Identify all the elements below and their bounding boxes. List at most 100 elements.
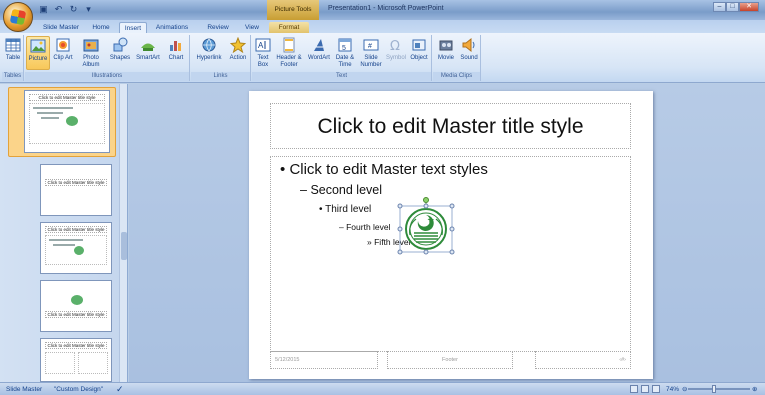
text-box-button[interactable]: A Text Box xyxy=(254,36,272,70)
tab-format[interactable]: Format xyxy=(269,22,309,33)
thumb-line xyxy=(37,112,63,114)
tab-insert[interactable]: Insert xyxy=(119,22,147,33)
group-media-clips-label: Media Clips xyxy=(433,72,480,81)
picture-button[interactable]: Picture xyxy=(26,36,50,70)
zoom-in-icon[interactable]: ⊕ xyxy=(752,384,757,395)
hyperlink-button[interactable]: Hyperlink xyxy=(193,36,225,70)
emblem-picture[interactable] xyxy=(396,197,456,255)
group-links: Hyperlink Action Links xyxy=(191,35,251,81)
tab-slide-master[interactable]: Slide Master xyxy=(40,22,82,33)
tab-review[interactable]: Review xyxy=(203,22,233,33)
level-3-label: Third level xyxy=(325,204,372,215)
hyperlink-label: Hyperlink xyxy=(196,55,222,61)
text-level-1: • Click to edit Master text styles xyxy=(280,161,488,178)
quick-access-toolbar: ▣ ↶ ↻ ▾ xyxy=(38,4,94,15)
tab-home[interactable]: Home xyxy=(88,22,114,33)
chart-icon xyxy=(170,41,181,51)
header-footer-button[interactable]: Header & Footer xyxy=(274,36,304,70)
thumb-column-left xyxy=(45,352,75,374)
layout-thumbnail-3[interactable]: Click to edit Master title style xyxy=(40,280,112,332)
bullet-3: • xyxy=(319,204,323,215)
picture-label: Picture xyxy=(28,56,48,62)
slide-number-label: Slide Number xyxy=(360,55,382,68)
slide-sorter-view-icon[interactable] xyxy=(641,385,649,393)
header-footer-icon xyxy=(283,37,295,53)
slide-number-icon: # xyxy=(363,39,379,51)
svg-text:A: A xyxy=(258,41,264,50)
slide-show-view-icon[interactable] xyxy=(652,385,660,393)
date-time-icon: 5 xyxy=(338,38,352,52)
clip-art-icon xyxy=(56,38,70,52)
action-button[interactable]: Action xyxy=(227,36,249,70)
tab-view[interactable]: View xyxy=(241,22,263,33)
redo-icon[interactable]: ↻ xyxy=(68,4,79,15)
title-bar: ▣ ↶ ↻ ▾ Picture Tools Presentation1 - Mi… xyxy=(0,0,765,20)
spell-check-icon[interactable]: ✓ xyxy=(116,384,124,395)
object-button[interactable]: Object xyxy=(408,36,430,70)
group-tables-label: Tables xyxy=(2,72,23,81)
slide-number-placeholder[interactable]: ‹#› xyxy=(535,351,631,369)
chart-button[interactable]: Chart xyxy=(166,36,186,70)
shapes-button[interactable]: Shapes xyxy=(109,36,131,70)
title-placeholder[interactable]: Click to edit Master title style xyxy=(270,103,631,149)
layout-thumbnail-2[interactable]: Click to edit Master title style xyxy=(40,222,112,274)
thumb-emblem-icon xyxy=(74,246,84,255)
action-icon xyxy=(230,37,246,53)
date-time-button[interactable]: 5 Date & Time xyxy=(334,36,356,70)
undo-icon[interactable]: ↶ xyxy=(53,4,64,15)
normal-view-icon[interactable] xyxy=(630,385,638,393)
header-footer-label: Header & Footer xyxy=(276,55,302,68)
group-links-label: Links xyxy=(191,72,250,81)
minimize-button[interactable]: – xyxy=(713,2,726,12)
object-label: Object xyxy=(410,55,428,61)
text-box-icon: A xyxy=(255,38,271,52)
maximize-button[interactable]: □ xyxy=(726,2,739,12)
zoom-slider-knob[interactable] xyxy=(712,385,716,393)
window-controls: – □ ✕ xyxy=(713,2,759,12)
picture-icon xyxy=(30,39,46,53)
clip-art-button[interactable]: Clip Art xyxy=(53,36,73,70)
table-button[interactable]: Table xyxy=(3,36,23,70)
ribbon-tabs: Slide Master Home Insert Animations Revi… xyxy=(0,20,765,33)
photo-album-button[interactable]: Photo Album xyxy=(77,36,105,70)
level-4-label: Fourth level xyxy=(346,222,391,232)
office-button[interactable] xyxy=(3,2,33,32)
slide-number-button[interactable]: # Slide Number xyxy=(358,36,384,70)
wordart-button[interactable]: WordArt xyxy=(306,36,332,70)
date-placeholder[interactable]: 5/12/2015 xyxy=(270,351,378,369)
ribbon: Table Tables Picture Clip Art Photo Albu… xyxy=(0,33,765,83)
zoom-level[interactable]: 74% xyxy=(666,384,679,395)
movie-button[interactable]: Movie xyxy=(435,36,457,70)
group-illustrations: Picture Clip Art Photo Album Shapes Smar… xyxy=(25,35,190,81)
symbol-icon: Ω xyxy=(390,39,400,53)
symbol-button[interactable]: Ω Symbol xyxy=(386,36,406,70)
scrollbar-thumb[interactable] xyxy=(121,232,127,260)
zoom-out-icon[interactable]: ⊖ xyxy=(682,384,687,395)
close-button[interactable]: ✕ xyxy=(739,2,759,12)
group-tables: Table Tables xyxy=(2,35,24,81)
thumb-line xyxy=(33,107,73,109)
thumb-column-right xyxy=(78,352,108,374)
slide-canvas[interactable]: Click to edit Master title style • Click… xyxy=(249,91,653,379)
smartart-button[interactable]: SmartArt xyxy=(133,36,163,70)
slides-pane-scrollbar[interactable] xyxy=(119,84,127,382)
layout-thumbnail-1[interactable]: Click to edit Master title style xyxy=(40,164,112,216)
thumb-title: Click to edit Master title style xyxy=(29,94,105,101)
sound-button[interactable]: Sound xyxy=(458,36,480,70)
layout-thumbnail-4[interactable]: Click to edit Master title style xyxy=(40,338,112,382)
group-text: A Text Box Header & Footer WordArt 5 Dat… xyxy=(252,35,432,81)
save-icon[interactable]: ▣ xyxy=(38,4,49,15)
smartart-label: SmartArt xyxy=(136,55,160,61)
tab-animations[interactable]: Animations xyxy=(152,22,192,33)
qat-dropdown-icon[interactable]: ▾ xyxy=(83,4,94,15)
table-icon xyxy=(5,38,21,52)
clip-art-label: Clip Art xyxy=(53,55,73,61)
text-box-label: Text Box xyxy=(257,55,269,68)
footer-placeholder[interactable]: Footer xyxy=(387,351,513,369)
table-label: Table xyxy=(5,55,21,61)
master-thumbnail[interactable]: Click to edit Master title style xyxy=(24,90,110,153)
bullet-1: • xyxy=(280,161,286,178)
group-illustrations-label: Illustrations xyxy=(25,72,189,81)
object-icon xyxy=(412,39,426,51)
zoom-slider[interactable] xyxy=(688,388,750,390)
